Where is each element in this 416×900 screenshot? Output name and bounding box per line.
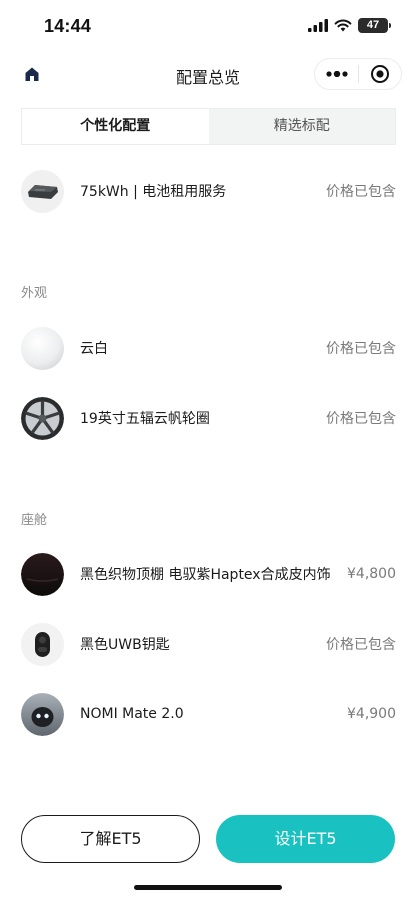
item-name: 云白: [80, 341, 108, 357]
list-item-nomi[interactable]: NOMI Mate 2.0 ¥4,900: [21, 692, 396, 736]
more-dots-icon: [325, 71, 348, 77]
learn-et5-button[interactable]: 了解ET5: [21, 815, 200, 863]
wheel-rim-icon: [21, 396, 64, 440]
more-button[interactable]: [315, 59, 358, 89]
item-name: 75kWh | 电池租用服务: [80, 184, 227, 200]
nomi-robot-icon: [21, 692, 64, 736]
white-paint-swatch-icon: [21, 326, 64, 370]
signal-icon: [308, 19, 328, 32]
section-label-exterior: 外观: [21, 286, 48, 301]
target-close-icon: [370, 65, 389, 83]
item-price: 价格已包含: [326, 184, 396, 200]
list-item-key[interactable]: 黑色UWB钥匙 价格已包含: [21, 622, 396, 666]
item-name: 黑色UWB钥匙: [80, 637, 170, 653]
item-name: NOMI Mate 2.0: [80, 706, 184, 722]
battery-icon: 47: [358, 18, 391, 33]
status-bar: 14:44 47: [0, 0, 416, 54]
close-button[interactable]: [359, 59, 401, 89]
item-price: 价格已包含: [326, 411, 396, 427]
list-item-interior[interactable]: 黑色织物顶棚 电驭紫Haptex合成皮内饰 ¥4,800: [21, 552, 396, 596]
list-item-battery[interactable]: 75kWh | 电池租用服务 价格已包含: [21, 169, 396, 213]
list-item-paint[interactable]: 云白 价格已包含: [21, 326, 396, 370]
item-name: 黑色织物顶棚 电驭紫Haptex合成皮内饰: [80, 567, 331, 583]
tab-personalized[interactable]: 个性化配置: [22, 109, 209, 144]
wifi-icon: [334, 19, 352, 32]
status-time: 14:44: [44, 16, 92, 36]
item-price: 价格已包含: [326, 341, 396, 357]
item-price: ¥4,800: [347, 566, 396, 582]
config-tabs: 个性化配置 精选标配: [21, 108, 396, 145]
item-price: 价格已包含: [326, 637, 396, 653]
nav-bar: 配置总览: [0, 54, 416, 96]
mini-program-capsule: [314, 58, 402, 90]
car-key-icon: [21, 622, 64, 666]
section-label-cabin: 座舱: [21, 513, 48, 528]
design-et5-button[interactable]: 设计ET5: [216, 815, 395, 863]
battery-pack-icon: [21, 169, 64, 213]
item-price: ¥4,900: [347, 706, 396, 722]
item-name: 19英寸五辐云帆轮圈: [80, 411, 210, 427]
list-item-wheel[interactable]: 19英寸五辐云帆轮圈 价格已包含: [21, 396, 396, 440]
tab-standard[interactable]: 精选标配: [209, 109, 396, 144]
home-indicator: [134, 885, 282, 890]
status-icons: 47: [308, 18, 391, 33]
interior-swatch-icon: [21, 552, 64, 596]
